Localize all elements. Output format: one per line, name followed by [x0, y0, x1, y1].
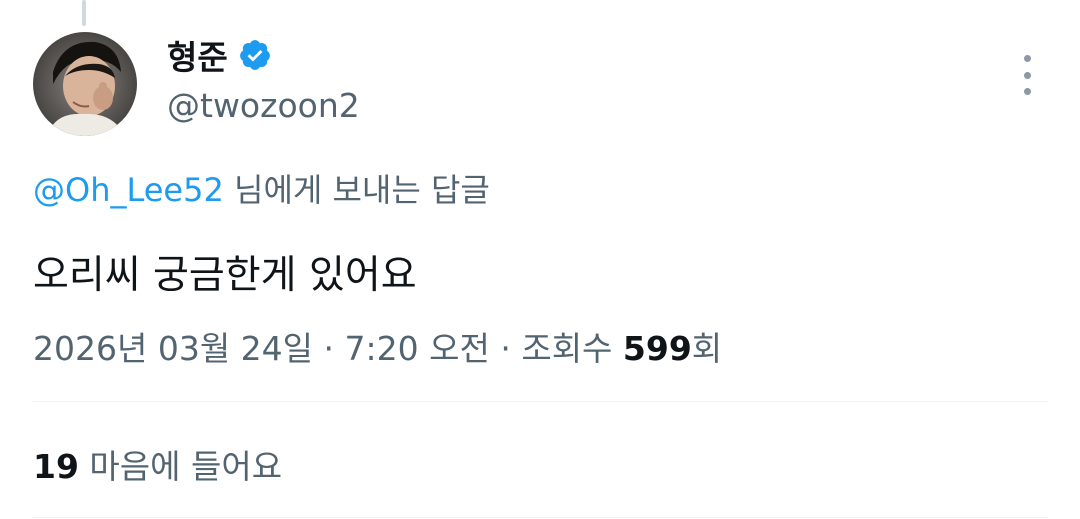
likes-label: 마음에 들어요	[78, 447, 283, 486]
author-display-name[interactable]: 형준	[167, 31, 228, 79]
meta-separator: ·	[489, 329, 522, 368]
more-dot	[1023, 55, 1031, 62]
more-options-icon[interactable]	[1013, 55, 1041, 95]
tweet-date[interactable]: 2026년 03월 24일	[33, 329, 313, 368]
likes-count: 19	[33, 447, 79, 486]
verified-badge-icon[interactable]	[238, 38, 272, 72]
meta-separator: ·	[313, 329, 345, 368]
avatar[interactable]	[33, 32, 137, 136]
more-dot	[1023, 88, 1031, 95]
thread-connector-line	[82, 0, 86, 26]
tweet-text: 오리씨 궁금한게 있어요	[33, 253, 417, 298]
author-handle[interactable]: @twozoon2	[167, 86, 360, 125]
views-label: 조회수	[521, 329, 623, 368]
reply-context: @Oh_Lee52 님에게 보내는 답글	[33, 165, 490, 211]
likes-stat[interactable]: 19 마음에 들어요	[33, 440, 282, 488]
reply-mention-link[interactable]: @Oh_Lee52	[33, 171, 224, 209]
divider	[33, 517, 1048, 518]
views-suffix: 회	[691, 329, 723, 368]
views-count: 599	[622, 329, 692, 368]
tweet-time[interactable]: 7:20 오전	[345, 329, 490, 368]
divider	[33, 401, 1048, 402]
author-name-row: 형준	[167, 32, 272, 78]
reply-context-label: 님에게 보내는 답글	[223, 171, 490, 209]
avatar-image	[33, 32, 137, 136]
tweet-meta: 2026년 03월 24일 · 7:20 오전 · 조회수 599회	[33, 322, 722, 370]
tweet-detail: 형준 @twozoon2 @Oh_Lee52 님에게 보내는 답글 오리씨 궁금…	[0, 0, 1080, 519]
more-dot	[1023, 71, 1031, 79]
